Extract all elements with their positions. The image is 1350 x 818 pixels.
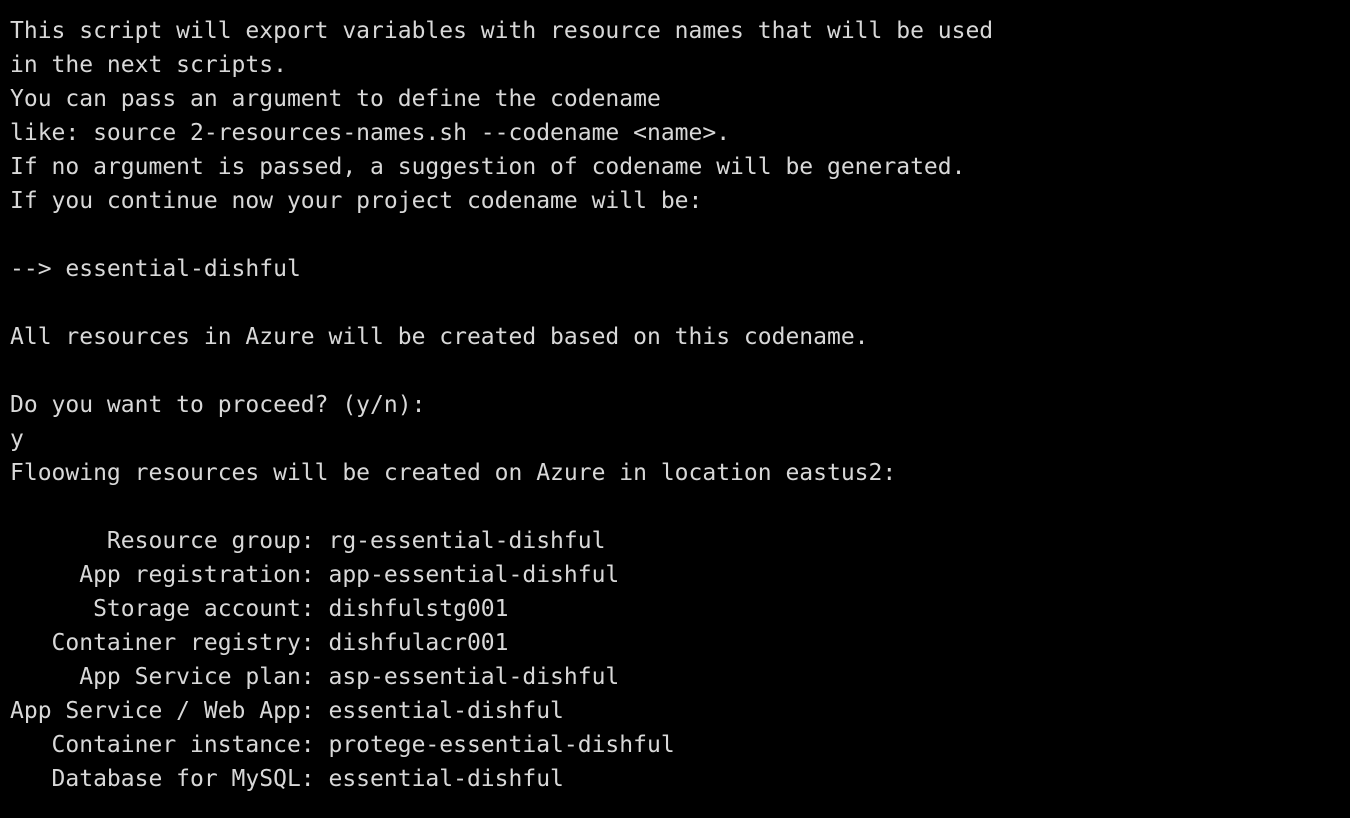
terminal-window[interactable]: This script will export variables with r…: [0, 0, 1350, 818]
terminal-line-codename: --> essential-dishful: [10, 256, 301, 282]
terminal-line-web-app: App Service / Web App: essential-dishful: [10, 698, 564, 724]
terminal-line-blank-4: [10, 490, 1350, 524]
terminal-line-app-service-plan: App Service plan: asp-essential-dishful: [10, 664, 620, 690]
terminal-line-container-instance: Container instance: protege-essential-di…: [10, 732, 675, 758]
terminal-line-continue: If you continue now your project codenam…: [10, 188, 703, 214]
terminal-line-resource-group: Resource group: rg-essential-dishful: [10, 528, 606, 554]
terminal-line-blank-1: [10, 218, 1350, 252]
terminal-line-azure-note: All resources in Azure will be created b…: [10, 324, 869, 350]
terminal-line-user-input: y: [10, 426, 24, 452]
terminal-line-container-registry: Container registry: dishfulacr001: [10, 630, 509, 656]
terminal-line-blank-3: [10, 354, 1350, 388]
terminal-line-storage-account: Storage account: dishfulstg001: [10, 596, 509, 622]
terminal-line-resources-header: Floowing resources will be created on Az…: [10, 460, 897, 486]
terminal-line-usage: like: source 2-resources-names.sh --code…: [10, 120, 731, 146]
terminal-line-intro-3: You can pass an argument to define the c…: [10, 86, 661, 112]
terminal-line-suggestion: If no argument is passed, a suggestion o…: [10, 154, 966, 180]
terminal-line-mysql: Database for MySQL: essential-dishful: [10, 766, 564, 792]
terminal-line-blank-2: [10, 286, 1350, 320]
terminal-line-intro-2: in the next scripts.: [10, 52, 287, 78]
terminal-line-intro-1: This script will export variables with r…: [10, 18, 994, 44]
terminal-line-app-registration: App registration: app-essential-dishful: [10, 562, 620, 588]
terminal-line-prompt: Do you want to proceed? (y/n):: [10, 392, 426, 418]
